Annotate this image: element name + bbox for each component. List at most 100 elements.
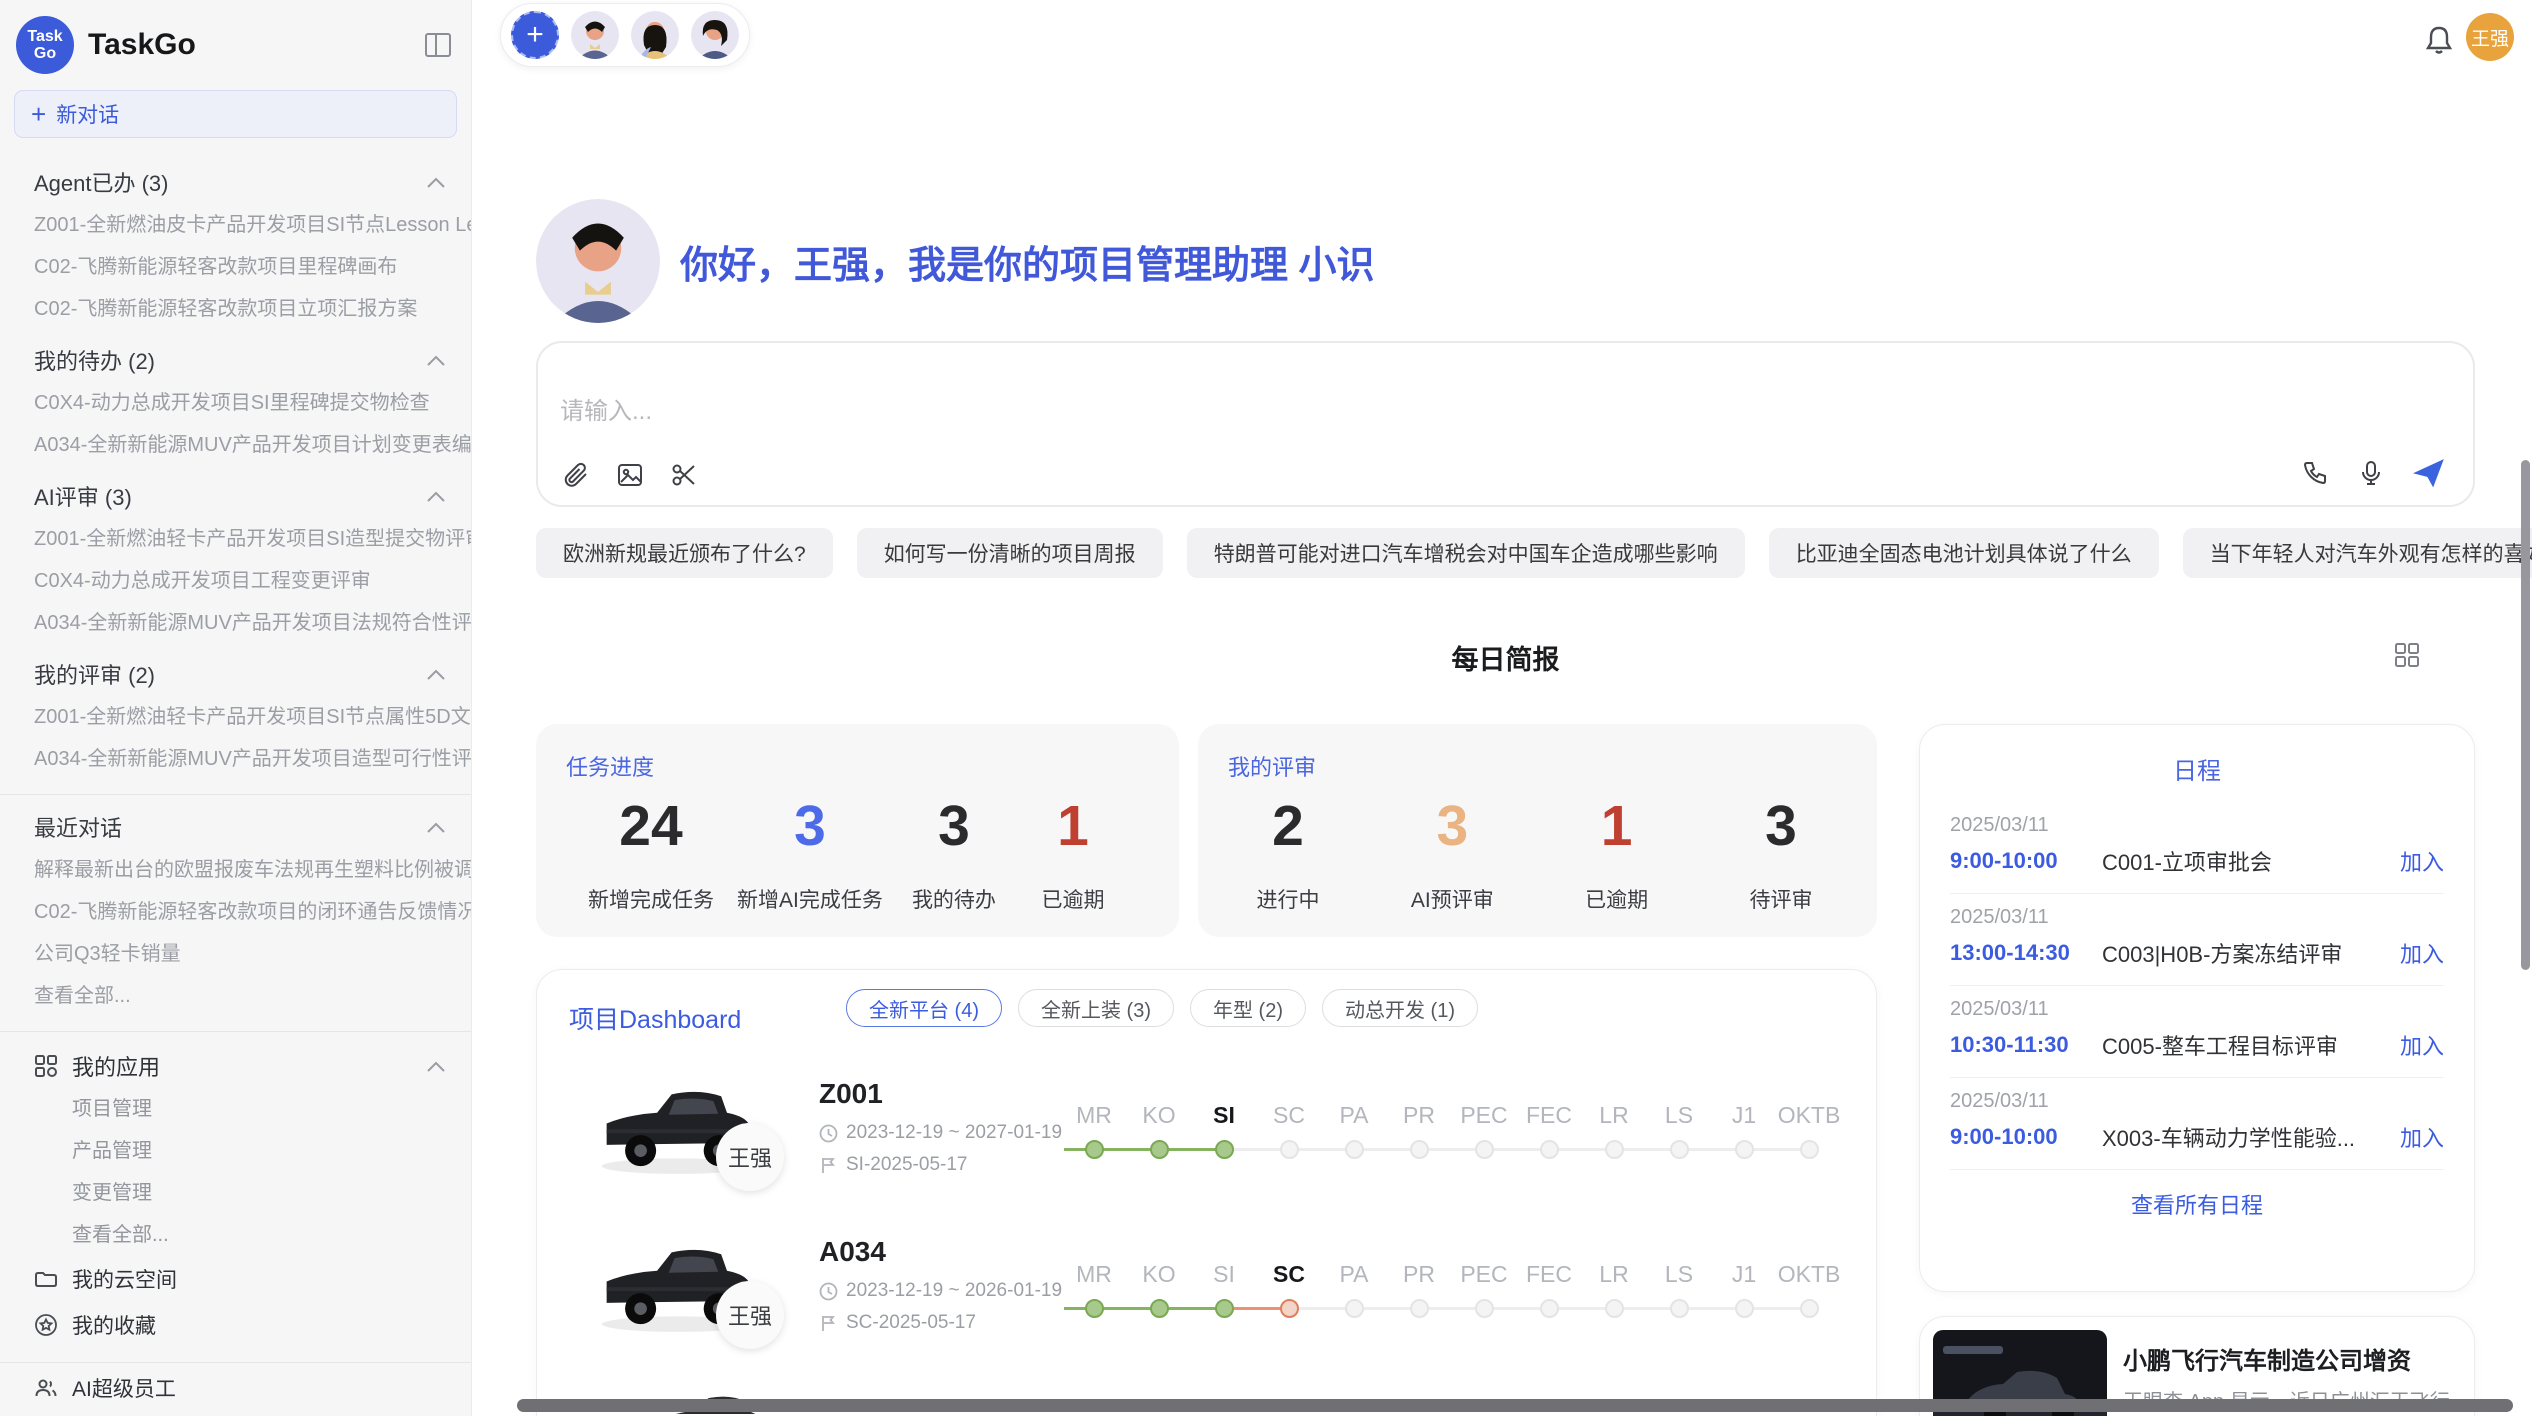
- my-review-card: 我的评审 2 进行中 3 AI预评审 1 已逾期 3 待评审: [1198, 724, 1877, 937]
- chevron-up-icon[interactable]: [427, 822, 445, 833]
- microphone-icon[interactable]: [2357, 459, 2385, 487]
- list-item[interactable]: A034-全新新能源MUV产品开发项目计划变更表编写: [0, 424, 471, 466]
- stat-label: AI预评审: [1411, 884, 1494, 914]
- project-code[interactable]: Z001: [819, 1078, 883, 1110]
- project-node: SI-2025-05-17: [819, 1154, 967, 1176]
- list-item[interactable]: Z001-全新燃油轻卡产品开发项目SI造型提交物评审: [0, 518, 471, 560]
- vertical-scrollbar[interactable]: [2521, 460, 2530, 970]
- list-item[interactable]: 公司Q3轻卡销量: [0, 933, 471, 975]
- tab-year-model[interactable]: 年型 (2): [1190, 989, 1306, 1027]
- suggestion-chip[interactable]: 当下年轻人对汽车外观有怎样的喜好趋势: [2183, 528, 2532, 578]
- list-item[interactable]: C0X4-动力总成开发项目工程变更评审: [0, 560, 471, 602]
- join-button[interactable]: 加入: [2400, 1029, 2444, 1061]
- avatar[interactable]: [691, 11, 739, 59]
- milestone-node: [1215, 1299, 1234, 1318]
- tab-powertrain[interactable]: 动总开发 (1): [1322, 989, 1478, 1027]
- milestone-label: PR: [1386, 1261, 1452, 1288]
- list-item[interactable]: C0X4-动力总成开发项目SI里程碑提交物检查: [0, 382, 471, 424]
- tab-new-body[interactable]: 全新上装 (3): [1018, 989, 1174, 1027]
- sidebar-item-help-write[interactable]: 帮我写作: [0, 1411, 471, 1416]
- milestone-label: SI: [1191, 1261, 1257, 1288]
- task-progress-card: 任务进度 24 新增完成任务 3 新增AI完成任务 3 我的待办 1 已逾期: [536, 724, 1179, 937]
- sidebar-item-change-mgmt[interactable]: 变更管理: [0, 1172, 471, 1214]
- main-area: + 王强 你好，王强，我是你的项目管理助理 小识: [472, 0, 2532, 1416]
- sidebar-item-favorites[interactable]: 我的收藏: [0, 1302, 471, 1348]
- join-button[interactable]: 加入: [2400, 937, 2444, 969]
- milestone-node: [1085, 1299, 1104, 1318]
- ai-employee-label: AI超级员工: [72, 1373, 176, 1403]
- sidebar-item-project-mgmt[interactable]: 项目管理: [0, 1088, 471, 1130]
- session-switcher: +: [500, 3, 750, 67]
- suggestion-chip[interactable]: 比亚迪全固态电池计划具体说了什么: [1769, 528, 2159, 578]
- project-code[interactable]: A034: [819, 1236, 886, 1268]
- suggestion-chip[interactable]: 特朗普可能对进口汽车增税会对中国车企造成哪些影响: [1187, 528, 1745, 578]
- cloud-space-label: 我的云空间: [72, 1264, 177, 1294]
- milestone-node: [1735, 1140, 1754, 1159]
- view-all-apps[interactable]: 查看全部...: [0, 1214, 471, 1256]
- milestone-label: PR: [1386, 1102, 1452, 1129]
- chevron-up-icon[interactable]: [427, 1061, 445, 1072]
- avatar[interactable]: [571, 11, 619, 59]
- view-all-schedule-link[interactable]: 查看所有日程: [1950, 1170, 2444, 1238]
- phone-icon[interactable]: [2301, 459, 2329, 487]
- list-item[interactable]: A034-全新新能源MUV产品开发项目造型可行性评审: [0, 738, 471, 780]
- chevron-up-icon[interactable]: [427, 491, 445, 502]
- list-item[interactable]: 解释最新出台的欧盟报废车法规再生塑料比例被调至15%...: [0, 849, 471, 891]
- section-agent-done[interactable]: Agent已办 (3): [0, 152, 471, 204]
- milestone-label: FEC: [1516, 1261, 1582, 1288]
- news-title: 小鹏飞行汽车制造公司增资: [2123, 1341, 2411, 1376]
- image-icon[interactable]: [616, 461, 644, 489]
- scissors-icon[interactable]: [670, 461, 698, 489]
- greeting-text: 你好，王强，我是你的项目管理助理 小识: [680, 234, 1375, 289]
- project-owner-badge: 王强: [716, 1281, 784, 1349]
- sidebar-item-my-apps[interactable]: 我的应用: [0, 1034, 471, 1088]
- send-icon[interactable]: [2413, 457, 2445, 489]
- people-icon: [34, 1376, 58, 1400]
- horizontal-scrollbar[interactable]: [517, 1399, 2513, 1412]
- section-my-review[interactable]: 我的评审 (2): [0, 644, 471, 696]
- sidebar-item-cloud-space[interactable]: 我的云空间: [0, 1256, 471, 1302]
- stat-value: 3: [938, 790, 970, 862]
- list-item[interactable]: C02-飞腾新能源轻客改款项目立项汇报方案: [0, 288, 471, 330]
- chevron-up-icon[interactable]: [427, 355, 445, 366]
- join-button[interactable]: 加入: [2400, 845, 2444, 877]
- suggestion-chip[interactable]: 如何写一份清晰的项目周报: [857, 528, 1163, 578]
- section-ai-review[interactable]: AI评审 (3): [0, 466, 471, 518]
- section-my-todo[interactable]: 我的待办 (2): [0, 330, 471, 382]
- milestone-label: J1: [1711, 1102, 1777, 1129]
- chat-input[interactable]: [560, 398, 2060, 426]
- suggestion-chip[interactable]: 欧洲新规最近颁布了什么?: [536, 528, 833, 578]
- user-avatar[interactable]: 王强: [2466, 13, 2514, 61]
- list-item[interactable]: C02-飞腾新能源轻客改款项目里程碑画布: [0, 246, 471, 288]
- join-button[interactable]: 加入: [2400, 1121, 2444, 1153]
- notifications-bell-icon[interactable]: [2424, 24, 2454, 56]
- milestone-label: KO: [1126, 1261, 1192, 1288]
- chevron-up-icon[interactable]: [427, 669, 445, 680]
- section-title: 最近对话: [34, 811, 122, 843]
- section-recent-chats[interactable]: 最近对话: [0, 797, 471, 849]
- layout-grid-icon[interactable]: [2394, 642, 2420, 668]
- milestone-label: LR: [1581, 1102, 1647, 1129]
- sidebar: Task Go TaskGo + 新对话 Agent已办 (3) Z001-全新…: [0, 0, 472, 1416]
- add-session-button[interactable]: +: [511, 11, 559, 59]
- tab-new-platform[interactable]: 全新平台 (4): [846, 989, 1002, 1027]
- project-date-range: 2023-12-19 ~ 2027-01-19: [846, 1122, 1062, 1144]
- stat-item: 3 我的待办: [906, 790, 1002, 914]
- sidebar-item-ai-employee[interactable]: AI超级员工: [0, 1365, 471, 1411]
- avatar[interactable]: [631, 11, 679, 59]
- project-dates: 2023-12-19 ~ 2026-01-19: [819, 1280, 1062, 1302]
- list-item[interactable]: A034-全新新能源MUV产品开发项目法规符合性评审: [0, 602, 471, 644]
- list-item[interactable]: Z001-全新燃油轻卡产品开发项目SI节点属性5D文件评审: [0, 696, 471, 738]
- stat-label: 已逾期: [1041, 884, 1104, 914]
- new-chat-button[interactable]: + 新对话: [14, 90, 457, 138]
- list-item[interactable]: C02-飞腾新能源轻客改款项目的闭环通告反馈情况: [0, 891, 471, 933]
- view-all-chats[interactable]: 查看全部...: [0, 975, 471, 1017]
- chevron-up-icon[interactable]: [427, 177, 445, 188]
- collapse-sidebar-icon[interactable]: [425, 33, 451, 57]
- milestone-node-overdue: [1280, 1299, 1299, 1318]
- milestone-node: [1150, 1299, 1169, 1318]
- sidebar-item-product-mgmt[interactable]: 产品管理: [0, 1130, 471, 1172]
- schedule-date: 2025/03/11: [1950, 906, 2444, 929]
- attachment-icon[interactable]: [562, 461, 590, 489]
- list-item[interactable]: Z001-全新燃油皮卡产品开发项目SI节点Lesson Learn报告: [0, 204, 471, 246]
